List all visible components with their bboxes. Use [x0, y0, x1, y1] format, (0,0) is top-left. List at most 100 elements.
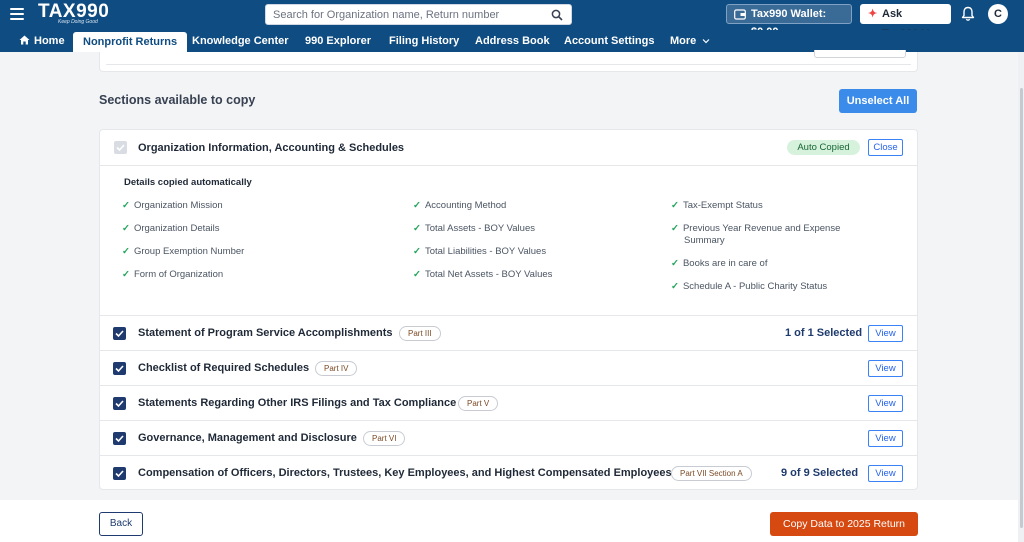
part-badge: Part VII Section A — [671, 466, 752, 481]
nav-knowledge-center[interactable]: Knowledge Center — [192, 30, 289, 52]
detail-label: Books are in care of — [682, 258, 768, 269]
part-badge: Part IV — [315, 361, 358, 376]
check-icon — [115, 365, 124, 373]
detail-label: Form of Organization — [133, 269, 224, 280]
section-row-part-iv: Checklist of Required Schedules Part IV … — [100, 350, 917, 385]
check-icon: ✓ — [413, 269, 421, 280]
detail-label: Group Exemption Number — [133, 246, 245, 257]
nav-account-settings[interactable]: Account Settings — [564, 30, 654, 52]
org-section-header: Organization Information, Accounting & S… — [100, 130, 917, 166]
section-title: Compensation of Officers, Directors, Tru… — [138, 467, 672, 479]
section-title: Statement of Program Service Accomplishm… — [138, 327, 393, 339]
check-icon: ✓ — [122, 246, 130, 257]
sections-card: Organization Information, Accounting & S… — [99, 129, 918, 490]
selected-count: 9 of 9 Selected — [781, 467, 859, 479]
close-button[interactable]: Close — [868, 139, 903, 156]
section-checkbox[interactable] — [113, 362, 126, 375]
check-icon: ✓ — [122, 269, 130, 280]
section-row-part-iii: Statement of Program Service Accomplishm… — [100, 315, 917, 350]
main-nav: Home Nonprofit Returns Knowledge Center … — [0, 30, 1024, 52]
nav-more[interactable]: More — [670, 30, 710, 52]
check-icon: ✓ — [413, 223, 421, 234]
previous-card — [99, 50, 918, 72]
detail-item: ✓ Organization Details — [122, 223, 220, 235]
view-button[interactable]: View — [868, 325, 903, 342]
bell-icon[interactable] — [961, 6, 975, 22]
org-section-checkbox — [114, 141, 127, 154]
back-button[interactable]: Back — [99, 512, 143, 536]
check-icon: ✓ — [671, 281, 679, 292]
nav-more-label: More — [670, 35, 697, 47]
nav-home[interactable]: Home — [19, 30, 65, 52]
sections-title: Sections available to copy — [99, 93, 256, 107]
section-title: Checklist of Required Schedules — [138, 362, 310, 374]
check-icon — [115, 435, 124, 443]
scrollbar-thumb[interactable] — [1020, 88, 1023, 528]
detail-item: ✓ Form of Organization — [122, 269, 223, 281]
top-header: TAX990 Keep Doing Good Tax990 Wallet: $0… — [0, 0, 1024, 40]
search-input[interactable] — [266, 5, 536, 25]
check-icon: ✓ — [671, 200, 679, 211]
sparkle-icon: ✦ — [868, 8, 878, 20]
home-icon — [19, 35, 30, 45]
check-icon — [115, 400, 124, 408]
previous-card-button[interactable] — [814, 50, 906, 58]
search-icon[interactable] — [551, 9, 563, 21]
section-checkbox[interactable] — [113, 397, 126, 410]
detail-item: ✓ Accounting Method — [413, 200, 506, 212]
check-icon: ✓ — [413, 200, 421, 211]
view-button[interactable]: View — [868, 465, 903, 482]
part-badge: Part VI — [363, 431, 406, 446]
nav-990-explorer[interactable]: 990 Explorer — [305, 30, 371, 52]
check-icon — [116, 144, 125, 152]
details-title: Details copied automatically — [124, 177, 252, 188]
check-icon: ✓ — [122, 223, 130, 234]
chevron-down-icon — [702, 39, 710, 44]
detail-label: Previous Year Revenue and Expense Summar… — [682, 223, 841, 246]
user-avatar[interactable]: C — [988, 4, 1008, 24]
wallet-icon — [734, 9, 746, 20]
nav-home-label: Home — [34, 35, 65, 47]
detail-label: Total Liabilities - BOY Values — [424, 246, 547, 257]
check-icon: ✓ — [671, 258, 679, 269]
detail-item: ✓ Total Net Assets - BOY Values — [413, 269, 552, 281]
wallet-button[interactable]: Tax990 Wallet: $0.00 — [726, 4, 852, 38]
section-row-part-vi: Governance, Management and Disclosure Pa… — [100, 420, 917, 455]
section-row-part-vii: Compensation of Officers, Directors, Tru… — [100, 455, 917, 490]
ask-ai-button[interactable]: ✦ Ask Tax990AI — [860, 4, 951, 40]
section-row-part-v: Statements Regarding Other IRS Filings a… — [100, 385, 917, 420]
part-badge: Part III — [399, 326, 441, 341]
detail-item: ✓ Previous Year Revenue and Expense Summa… — [671, 223, 851, 247]
section-title: Statements Regarding Other IRS Filings a… — [138, 397, 457, 409]
check-icon — [115, 470, 124, 478]
search-box[interactable] — [265, 4, 572, 25]
part-badge: Part V — [458, 396, 499, 411]
auto-copied-badge: Auto Copied — [787, 140, 860, 155]
section-checkbox[interactable] — [113, 327, 126, 340]
view-button[interactable]: View — [868, 430, 903, 447]
nav-nonprofit-returns[interactable]: Nonprofit Returns — [73, 32, 188, 52]
detail-item: ✓ Total Liabilities - BOY Values — [413, 246, 546, 258]
section-checkbox[interactable] — [113, 432, 126, 445]
check-icon: ✓ — [122, 200, 130, 211]
copy-data-button[interactable]: Copy Data to 2025 Return — [770, 512, 918, 536]
detail-item: ✓ Books are in care of — [671, 258, 767, 270]
detail-label: Total Net Assets - BOY Values — [424, 269, 553, 280]
detail-item: ✓ Schedule A - Public Charity Status — [671, 281, 827, 293]
section-title: Governance, Management and Disclosure — [138, 432, 357, 444]
nav-filing-history[interactable]: Filing History — [389, 30, 459, 52]
section-checkbox[interactable] — [113, 467, 126, 480]
detail-item: ✓ Total Assets - BOY Values — [413, 223, 535, 235]
unselect-all-button[interactable]: Unselect All — [839, 89, 917, 113]
view-button[interactable]: View — [868, 395, 903, 412]
hamburger-menu-icon[interactable] — [10, 8, 24, 20]
check-icon: ✓ — [671, 223, 679, 234]
org-section-title: Organization Information, Accounting & S… — [138, 142, 405, 154]
logo-tagline: Keep Doing Good — [58, 19, 98, 25]
nav-address-book[interactable]: Address Book — [475, 30, 550, 52]
detail-item: ✓ Tax-Exempt Status — [671, 200, 763, 212]
view-button[interactable]: View — [868, 360, 903, 377]
detail-label: Organization Mission — [133, 200, 223, 211]
detail-label: Schedule A - Public Charity Status — [682, 281, 828, 292]
footer-bar: Back Copy Data to 2025 Return — [0, 500, 1024, 542]
